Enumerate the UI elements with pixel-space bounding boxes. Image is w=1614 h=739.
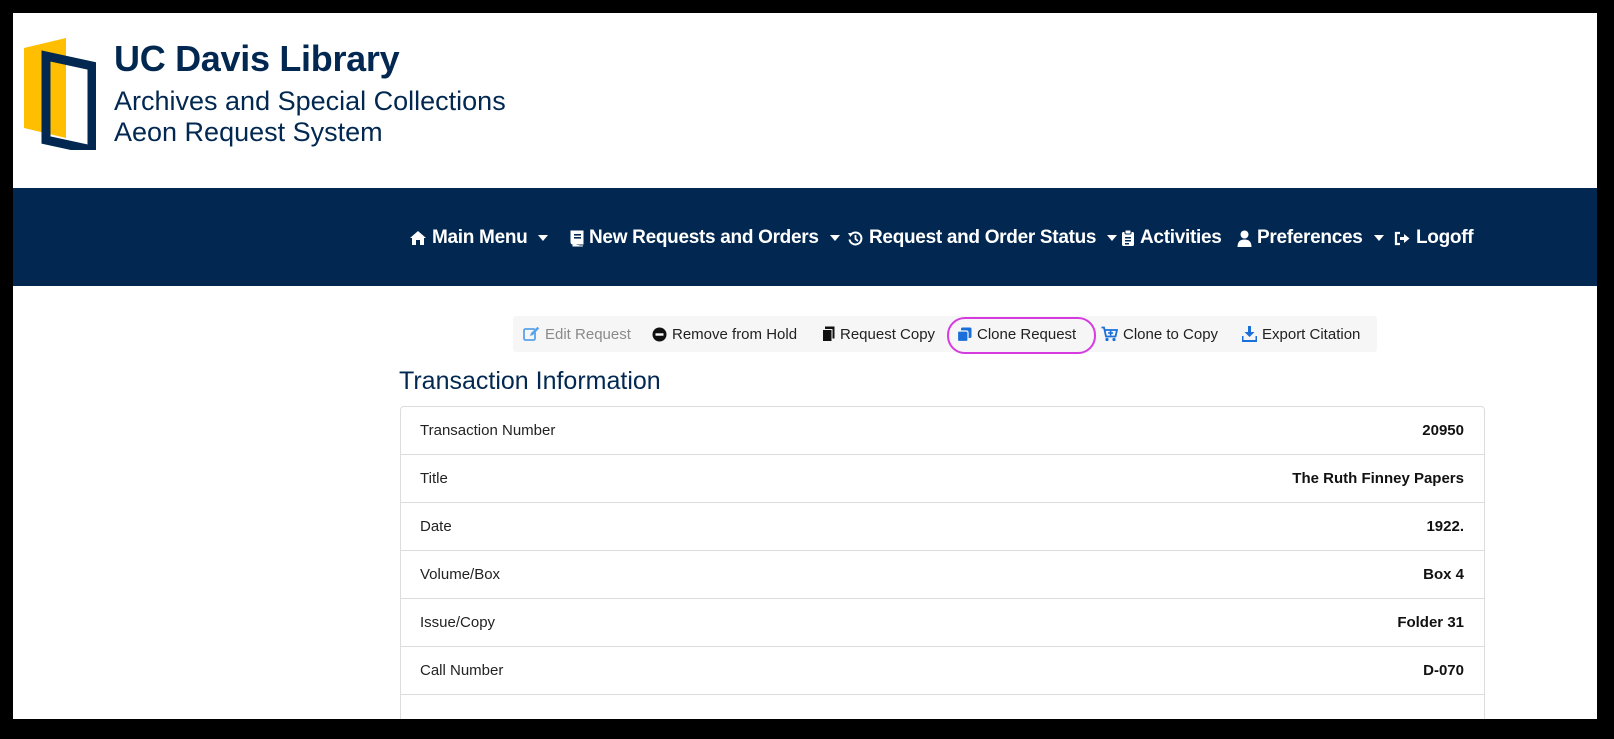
row-label: Call Number	[420, 662, 504, 679]
export-citation-button[interactable]: Export Citation	[1242, 316, 1360, 352]
request-copy-label: Request Copy	[840, 325, 936, 343]
home-icon	[410, 231, 426, 245]
minus-circle-icon	[652, 327, 667, 341]
transaction-table: Transaction Number 20950 Title The Ruth …	[400, 406, 1485, 719]
table-row: Transaction Number 20950	[401, 407, 1484, 455]
nav-activities[interactable]: Activities	[1121, 226, 1222, 250]
nav-request-status[interactable]: Request and Order Status	[847, 226, 1118, 250]
site-header: UC Davis Library Archives and Special Co…	[13, 13, 1597, 188]
chevron-down-icon	[1373, 235, 1384, 241]
table-row: Issue/Copy Folder 31	[401, 599, 1484, 647]
clone-icon	[957, 327, 972, 342]
app-window: UC Davis Library Archives and Special Co…	[13, 13, 1597, 719]
request-toolbar: Edit Request Remove from Hold Request Co…	[513, 316, 1377, 354]
clone-to-copy-label: Clone to Copy	[1123, 325, 1219, 343]
table-row: Title The Ruth Finney Papers	[401, 455, 1484, 503]
main-navbar: Main Menu New Requests and Orders Reques…	[13, 188, 1597, 286]
user-icon	[1237, 230, 1252, 247]
page-title: Transaction Information	[399, 367, 661, 395]
nav-main-menu-label: Main Menu	[432, 227, 528, 248]
clone-request-button[interactable]: Clone Request	[946, 316, 1097, 354]
remove-from-hold-label: Remove from Hold	[672, 325, 798, 343]
row-label: Title	[420, 470, 448, 487]
download-icon	[1242, 326, 1257, 342]
edit-request-button[interactable]: Edit Request	[523, 316, 631, 352]
chevron-down-icon	[538, 235, 549, 241]
request-copy-button[interactable]: Request Copy	[822, 316, 935, 352]
sign-out-icon	[1394, 231, 1410, 245]
edit-icon	[523, 326, 540, 341]
nav-request-status-label: Request and Order Status	[869, 227, 1097, 248]
nav-main-menu[interactable]: Main Menu	[409, 226, 549, 250]
row-label: Issue/Copy	[420, 614, 496, 631]
nav-logoff[interactable]: Logoff	[1394, 226, 1474, 250]
row-value: D-070	[1423, 662, 1464, 679]
copy-document-icon	[822, 326, 835, 342]
row-label: Volume/Box	[420, 566, 501, 583]
nav-new-requests-label: New Requests and Orders	[589, 227, 819, 248]
history-icon	[848, 230, 863, 245]
table-row: Date 1922.	[401, 503, 1484, 551]
nav-new-requests[interactable]: New Requests and Orders	[570, 226, 840, 250]
row-value: 1922.	[1426, 518, 1464, 535]
nav-preferences-label: Preferences	[1257, 227, 1363, 248]
uc-davis-logo-icon	[24, 38, 96, 150]
cart-plus-icon	[1101, 326, 1118, 342]
nav-preferences[interactable]: Preferences	[1237, 226, 1384, 250]
table-row: Call Number D-070	[401, 647, 1484, 695]
row-value: 20950	[1422, 422, 1464, 439]
row-value: Box 4	[1423, 566, 1464, 583]
remove-from-hold-button[interactable]: Remove from Hold	[652, 316, 797, 352]
row-value: The Ruth Finney Papers	[1292, 470, 1464, 487]
chevron-down-icon	[1107, 235, 1118, 241]
brand-subtitle: Archives and Special Collections	[114, 86, 506, 116]
chevron-down-icon	[829, 235, 840, 241]
row-label: Date	[420, 518, 452, 535]
clipboard-icon	[1122, 229, 1134, 246]
row-label: Transaction Number	[420, 422, 556, 439]
nav-activities-label: Activities	[1140, 227, 1222, 248]
row-value: Folder 31	[1397, 614, 1464, 631]
edit-request-label: Edit Request	[545, 325, 631, 343]
book-icon	[570, 230, 584, 246]
nav-logoff-label: Logoff	[1416, 227, 1474, 248]
clone-request-label: Clone Request	[977, 325, 1077, 343]
export-citation-label: Export Citation	[1262, 325, 1361, 343]
table-row: Volume/Box Box 4	[401, 551, 1484, 599]
brand-title: UC Davis Library	[114, 38, 400, 79]
system-name: Aeon Request System	[114, 117, 383, 147]
clone-to-copy-button[interactable]: Clone to Copy	[1101, 316, 1218, 352]
